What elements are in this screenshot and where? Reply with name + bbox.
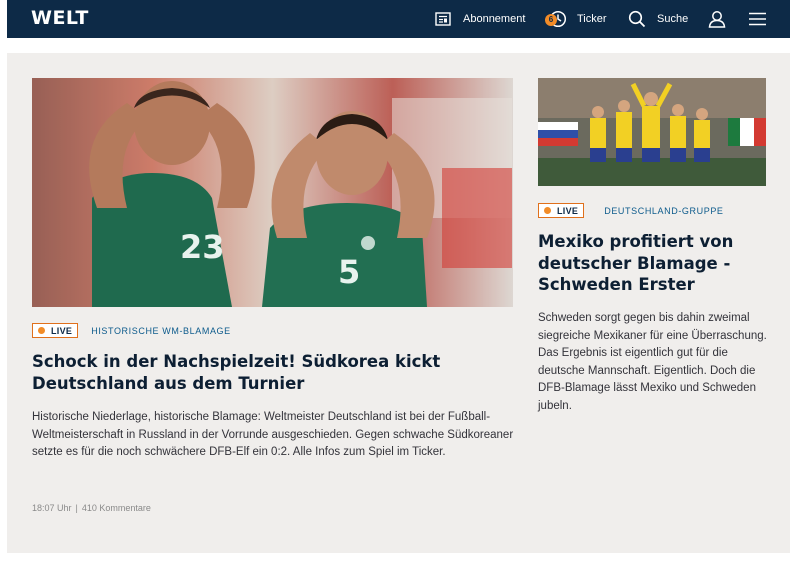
- ticker-label: Ticker: [577, 13, 607, 25]
- live-dot-icon: [38, 327, 45, 334]
- live-label: LIVE: [557, 205, 579, 216]
- main-article-teaser[interactable]: Historische Niederlage, historische Blam…: [32, 409, 517, 462]
- main-article-topic[interactable]: HISTORISCHE WM-BLAMAGE: [91, 326, 231, 336]
- search-icon: [628, 10, 646, 28]
- side-article-teaser[interactable]: Schweden sorgt gegen bis dahin zweimal s…: [538, 310, 773, 415]
- comments-link[interactable]: 410 Kommentare: [82, 503, 151, 513]
- hero-image[interactable]: 23 5: [32, 78, 513, 307]
- ticker-clock-icon: 6: [545, 10, 567, 28]
- search-link[interactable]: Suche: [628, 0, 688, 38]
- article-time: 18:07 Uhr: [32, 503, 72, 513]
- ticker-link[interactable]: 6 Ticker: [545, 0, 607, 38]
- newspaper-icon: [435, 12, 451, 26]
- user-button[interactable]: [708, 0, 726, 38]
- live-dot-icon: [544, 207, 551, 214]
- subscription-label: Abonnement: [463, 13, 526, 25]
- meta-separator: |: [75, 503, 78, 513]
- side-article-topic[interactable]: DEUTSCHLAND-GRUPPE: [604, 206, 723, 216]
- live-label: LIVE: [51, 325, 73, 336]
- live-badge: LIVE: [32, 323, 79, 338]
- menu-icon: [749, 12, 766, 26]
- main-article-headline[interactable]: Schock in der Nachspielzeit! Südkorea ki…: [32, 351, 522, 395]
- site-header: WELT Abonnement 6 Ticker Suche: [7, 0, 790, 38]
- main-article-meta: 18:07 Uhr | 410 Kommentare: [32, 503, 151, 513]
- ticker-count-badge: 6: [545, 14, 557, 26]
- svg-text:23: 23: [180, 228, 225, 266]
- live-badge: LIVE: [538, 203, 585, 218]
- user-icon: [708, 10, 726, 28]
- subscription-link[interactable]: Abonnement: [435, 0, 525, 38]
- search-label: Suche: [657, 13, 689, 25]
- main-article-kicker: LIVE HISTORISCHE WM-BLAMAGE: [32, 323, 231, 338]
- welt-logo[interactable]: WELT: [31, 7, 89, 29]
- side-article-headline[interactable]: Mexiko profitiert von deutscher Blamage …: [538, 231, 773, 296]
- menu-button[interactable]: [749, 0, 766, 38]
- side-article-kicker: LIVE DEUTSCHLAND-GRUPPE: [538, 203, 724, 218]
- svg-text:5: 5: [338, 253, 360, 291]
- side-article-image[interactable]: [538, 78, 766, 186]
